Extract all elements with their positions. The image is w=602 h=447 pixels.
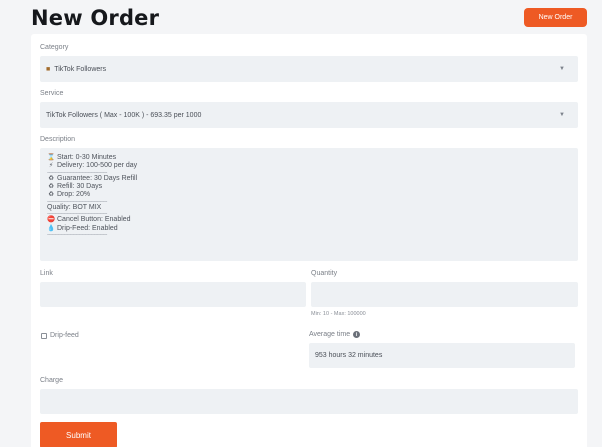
checkbox-box[interactable] (41, 332, 47, 339)
description-line: ⛔ Cancel Button: Enabled (47, 216, 571, 224)
description-line-text: Cancel Button: Enabled (57, 216, 131, 224)
quantity-hint: Min: 10 - Max: 100000 (311, 311, 366, 317)
recycle-icon: ♻ (48, 183, 54, 191)
link-input[interactable] (40, 282, 306, 307)
hourglass-icon: ⌛ (47, 154, 56, 161)
info-icon[interactable]: i (353, 331, 361, 338)
description-label: Description (40, 136, 76, 143)
service-label: Service (40, 90, 64, 97)
charge-input (40, 389, 578, 414)
drip-feed-checkbox[interactable]: Drip-feed (41, 332, 79, 339)
recycle-icon: ♻ (48, 174, 54, 182)
description-line: ♻ Refill: 30 Days (47, 183, 571, 191)
chevron-down-icon: ▼ (559, 66, 565, 72)
service-value: TikTok Followers ( Max - 100K ) - 693.35… (46, 111, 202, 119)
category-select[interactable]: ■ TikTok Followers ▼ (40, 56, 578, 82)
description-line: ♻ Drop: 20% (47, 191, 571, 199)
submit-button[interactable]: Submit (40, 422, 117, 447)
average-time-box: 953 hours 32 minutes (309, 343, 575, 368)
page-title: New Order (31, 6, 160, 30)
average-time-label-text: Average time (309, 331, 351, 338)
description-line-text: Drop: 20% (57, 191, 91, 199)
category-label: Category (40, 44, 69, 51)
quantity-label: Quantity (311, 270, 338, 277)
description-line-text: Start: 0-30 Minutes (57, 154, 117, 161)
lightning-icon: ⚡ (48, 162, 54, 170)
chevron-down-icon: ▼ (559, 112, 565, 118)
charge-label: Charge (40, 377, 63, 384)
droplet-icon: 💧 (47, 224, 56, 232)
description-line-text: Guarantee: 30 Days Refill (57, 174, 138, 182)
service-select[interactable]: TikTok Followers ( Max - 100K ) - 693.35… (40, 102, 578, 128)
description-line-text: Delivery: 100-500 per day (57, 162, 138, 170)
quantity-input[interactable] (311, 282, 578, 307)
average-time-label: Average time i (309, 331, 361, 338)
description-line: ⌛ Start: 0-30 Minutes (47, 154, 571, 162)
description-line-text: Quality: BOT MIX (47, 203, 102, 211)
description-line-text: Refill: 30 Days (57, 183, 103, 191)
description-line: Quality: BOT MIX (47, 204, 571, 212)
description-line: 💧 Drip-Feed: Enabled (47, 225, 571, 233)
link-label: Link (40, 270, 53, 277)
bear-icon: ■ (46, 65, 51, 73)
category-value: TikTok Followers (54, 65, 107, 73)
no-entry-icon: ⛔ (47, 216, 56, 224)
description-separator: ---------------------------------------- (47, 232, 107, 237)
recycle-icon: ♻ (48, 191, 54, 199)
description-line-text: Drip-Feed: Enabled (57, 224, 118, 232)
average-time-value: 953 hours 32 minutes (315, 352, 383, 359)
drip-feed-label: Drip-feed (50, 332, 79, 339)
description-box: ⌛ Start: 0-30 Minutes ⚡ Delivery: 100-500 p… (40, 148, 578, 261)
new-order-button[interactable]: New Order (524, 8, 587, 27)
description-line: ♻ Guarantee: 30 Days Refill (47, 175, 571, 183)
description-line: ⚡ Delivery: 100-500 per day (47, 162, 571, 170)
